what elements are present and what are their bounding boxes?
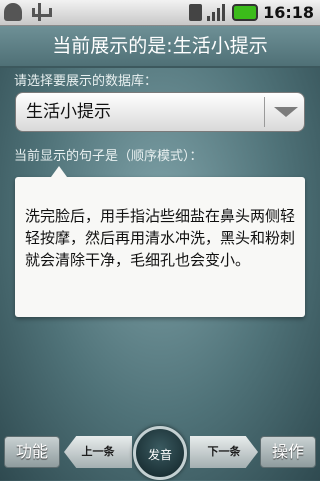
spinner-divider [264, 97, 265, 127]
status-clock: 16:18 [263, 3, 314, 22]
status-bar: 16:18 [0, 0, 320, 26]
next-button[interactable]: 下一条 [190, 436, 258, 468]
signal-icon [207, 4, 227, 21]
page-title: 当前展示的是:生活小提示 [0, 26, 320, 68]
bubble-tail [51, 166, 67, 177]
android-icon [4, 3, 22, 21]
pronounce-button[interactable]: 发音 [133, 426, 187, 480]
bottom-bar: 功能 上一条 发音 下一条 操作 [0, 426, 320, 480]
sim-icon [189, 4, 203, 21]
sentence-bubble: 洗完脸后，用手指沾些细盐在鼻头两侧轻轻按摩，然后再用清水冲洗，黑头和粉刺就会清除… [15, 166, 305, 317]
database-prompt-label: 请选择要展示的数据库： [14, 74, 158, 89]
battery-icon [232, 4, 259, 21]
database-spinner-value: 生活小提示 [26, 102, 111, 122]
previous-button-label: 上一条 [81, 445, 115, 458]
function-button[interactable]: 功能 [4, 436, 60, 468]
operation-button[interactable]: 操作 [260, 436, 316, 468]
chevron-down-icon[interactable] [274, 107, 298, 117]
database-spinner[interactable]: 生活小提示 [15, 92, 305, 132]
sentence-text: 洗完脸后，用手指沾些细盐在鼻头两侧轻轻按摩，然后再用清水冲洗，黑头和粉刺就会清除… [25, 207, 296, 269]
usb-icon [30, 3, 52, 21]
sentence-label: 当前显示的句子是（顺序模式）： [14, 149, 203, 164]
previous-button[interactable]: 上一条 [64, 436, 132, 468]
next-button-label: 下一条 [207, 445, 241, 458]
